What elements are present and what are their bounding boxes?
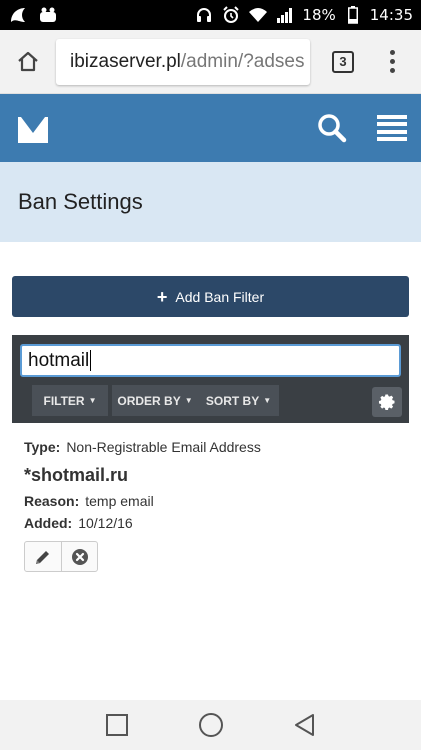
- wifi-icon: [248, 5, 268, 25]
- settings-button[interactable]: [372, 387, 402, 417]
- text-cursor: [90, 350, 92, 371]
- url-path: /admin/?adses: [180, 50, 305, 72]
- page-header: Ban Settings: [0, 162, 421, 242]
- battery-percent: 18%: [302, 6, 336, 24]
- gear-icon: [378, 394, 395, 410]
- order-by-label: ORDER BY: [117, 393, 181, 408]
- battery-icon: [343, 5, 363, 25]
- pencil-icon: [36, 550, 49, 564]
- entry-actions: [24, 541, 98, 572]
- site-logo-icon[interactable]: [18, 113, 48, 143]
- sort-by-dropdown-button[interactable]: SORT BY ▼: [198, 385, 279, 416]
- tab-switcher-button[interactable]: 3: [314, 30, 372, 94]
- filter-label: FILTER: [43, 393, 85, 408]
- remove-circle-icon: [71, 548, 88, 565]
- added-row: Added: 10/12/16: [24, 512, 404, 534]
- tab-count: 3: [332, 50, 354, 73]
- order-by-dropdown-button[interactable]: ORDER BY ▼: [112, 385, 198, 416]
- type-value: Non-Registrable Email Address: [66, 439, 261, 455]
- app-header: [0, 94, 421, 162]
- type-label: Type:: [24, 439, 61, 455]
- added-label: Added:: [24, 515, 73, 531]
- home-icon: [18, 51, 38, 71]
- filter-dropdown-button[interactable]: FILTER ▼: [32, 385, 108, 416]
- clock-time: 14:35: [369, 6, 413, 24]
- type-row: Type: Non-Registrable Email Address: [24, 436, 404, 458]
- search-icon[interactable]: [317, 113, 347, 143]
- filter-panel: hotmail FILTER ▼ ORDER BY ▼ SORT BY ▼: [12, 335, 409, 423]
- browser-toolbar: ibizaserver.pl/admin/?adses 3: [0, 30, 421, 94]
- app-notification-icon: [8, 5, 28, 25]
- delete-button[interactable]: [61, 542, 97, 571]
- ban-filter-name: *shotmail.ru: [24, 464, 129, 485]
- hamburger-menu-icon[interactable]: [377, 115, 407, 141]
- sort-by-label: SORT BY: [205, 393, 260, 408]
- added-value: 10/12/16: [78, 515, 133, 531]
- search-input-value: hotmail: [28, 349, 90, 371]
- add-ban-filter-button[interactable]: + Add Ban Filter: [12, 276, 409, 317]
- caret-down-icon: ▼: [88, 396, 97, 405]
- caret-down-icon: ▼: [263, 396, 272, 405]
- browser-menu-button[interactable]: [372, 30, 412, 94]
- caret-down-icon: ▼: [184, 396, 193, 405]
- android-navigation-bar: [0, 700, 421, 750]
- recents-square-icon[interactable]: [105, 713, 129, 737]
- add-ban-filter-label: Add Ban Filter: [175, 288, 265, 305]
- signal-icon: [275, 5, 295, 25]
- plus-icon: +: [156, 286, 168, 307]
- reason-value: temp email: [85, 493, 154, 509]
- game-notification-icon: [38, 5, 58, 25]
- url-host: ibizaserver.pl: [70, 50, 181, 72]
- home-button[interactable]: [0, 30, 56, 94]
- back-triangle-icon[interactable]: [293, 713, 317, 737]
- home-circle-icon[interactable]: [198, 712, 224, 738]
- status-bar: 18% 14:35: [0, 0, 421, 30]
- ban-filter-entry: Type: Non-Registrable Email Address *sho…: [24, 436, 404, 534]
- url-bar[interactable]: ibizaserver.pl/admin/?adses: [56, 38, 310, 85]
- alarm-icon: [221, 5, 241, 25]
- search-input[interactable]: hotmail: [20, 344, 401, 377]
- page-title: Ban Settings: [18, 189, 143, 214]
- edit-button[interactable]: [25, 542, 61, 571]
- headset-icon: [194, 5, 214, 25]
- reason-row: Reason: temp email: [24, 490, 404, 512]
- reason-label: Reason:: [24, 493, 80, 509]
